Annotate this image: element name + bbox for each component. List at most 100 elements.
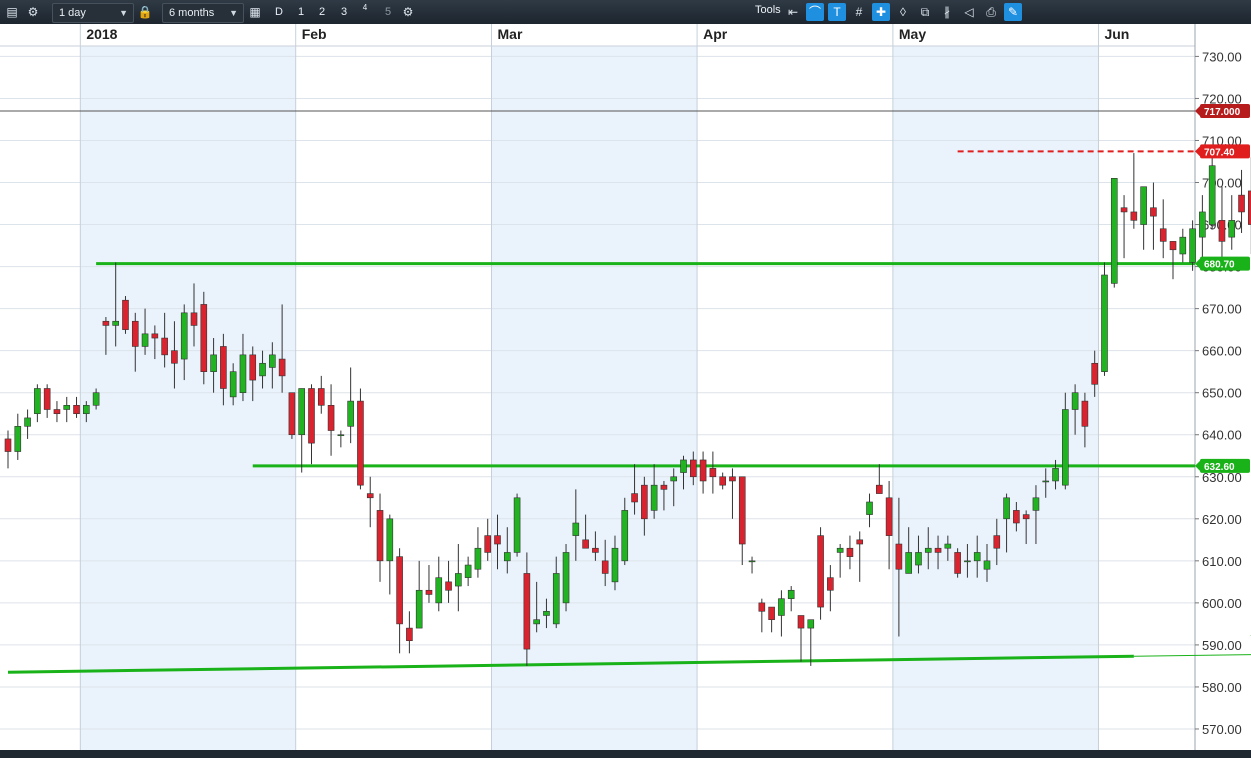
month-label-strip (0, 24, 1195, 46)
price-tick-label: 620.00 (1202, 512, 1242, 527)
grid-tool-icon[interactable]: # (850, 3, 868, 21)
price-tick-label: 660.00 (1202, 344, 1242, 359)
bottom-scrollbar[interactable] (0, 750, 1251, 758)
candle-down (308, 388, 315, 444)
candle-down (523, 573, 531, 650)
range-select[interactable]: 6 months ▼ (162, 3, 244, 23)
candle-up (778, 598, 785, 616)
month-label: Feb (302, 26, 327, 42)
candle-up (944, 543, 952, 549)
candle-up (572, 522, 580, 536)
candle-down (827, 577, 834, 591)
candle-down (1081, 400, 1089, 427)
print-icon[interactable]: ⎙ (982, 3, 1000, 21)
marker-icon[interactable]: ◊ (894, 3, 912, 21)
text-tool-icon[interactable]: T (828, 3, 846, 21)
candle-up (562, 552, 570, 604)
month-shade-band (80, 24, 296, 750)
candle-up (807, 619, 815, 629)
chart-settings-icon[interactable]: ⚙ (399, 3, 417, 21)
candle-down (592, 547, 599, 553)
candle-up (915, 552, 922, 566)
candle-up (1110, 178, 1118, 284)
chevron-down-icon: ▼ (229, 8, 238, 18)
pointer-icon[interactable]: ⇤ (784, 3, 802, 21)
candle-down (53, 409, 61, 415)
candle-down (102, 320, 110, 326)
lock-icon[interactable]: 🔒 (136, 3, 154, 21)
candle-down (601, 560, 609, 574)
candle-down (797, 615, 805, 629)
candle-down (171, 350, 178, 364)
candle-down (200, 304, 208, 372)
candle-up (1140, 186, 1147, 225)
candle-down (357, 400, 364, 486)
candle-up (83, 405, 90, 415)
candle-down (1150, 207, 1157, 217)
price-tick-label: 580.00 (1202, 680, 1242, 695)
month-label: May (899, 26, 926, 42)
candle-down (278, 358, 286, 377)
price-tick-label: 650.00 (1202, 386, 1242, 401)
candle-up (787, 589, 795, 599)
channel-tool-icon[interactable]: ⧉ (916, 3, 934, 21)
candle-down (445, 581, 452, 591)
candle-down (993, 535, 1001, 549)
candle-down (1120, 207, 1128, 213)
menu-icon[interactable]: ▤ (3, 3, 21, 21)
shape-tool-icon[interactable]: ◁ (960, 3, 978, 21)
settings-gear-icon[interactable]: ⚙ (24, 3, 42, 21)
view-2-button[interactable]: 2 (313, 3, 331, 21)
view-1-button[interactable]: 1 (292, 3, 310, 21)
candle-up (298, 388, 306, 436)
candle-down (366, 493, 374, 499)
candle-up (1101, 274, 1108, 372)
candle-up (552, 573, 560, 625)
month-label: Mar (498, 26, 523, 42)
candle-down (484, 535, 492, 553)
view-3-button[interactable]: 3 (335, 3, 353, 21)
candle-up (63, 405, 71, 410)
price-tick-label: 570.00 (1202, 722, 1242, 737)
settings-tool-icon[interactable]: ✎ (1004, 3, 1022, 21)
candle-down (660, 484, 668, 490)
current-price-tag-label: 717.000 (1204, 107, 1241, 118)
candle-down (1218, 220, 1226, 242)
view-4-button[interactable]: 4 (356, 3, 374, 21)
interval-value: 1 day (59, 7, 86, 19)
level-price-tag-label: 680.70 (1204, 260, 1235, 271)
candle-up (866, 501, 873, 515)
candle-down (934, 547, 942, 553)
candle-down (249, 354, 257, 381)
candle-down (631, 493, 638, 503)
candle-down (220, 346, 227, 389)
candle-up (905, 552, 912, 574)
candle-up (386, 518, 394, 562)
candle-down (327, 405, 335, 431)
candle-up (983, 560, 991, 570)
candle-up (533, 619, 540, 625)
view-5-button[interactable]: 5 (379, 3, 397, 21)
candle-down (885, 497, 893, 536)
candle-up (924, 547, 932, 553)
candle-up (337, 434, 345, 437)
calendar-icon[interactable]: ▦ (246, 3, 264, 21)
candle-down (1169, 241, 1177, 251)
candle-down (131, 320, 139, 347)
candle-up (1228, 220, 1236, 238)
fibonacci-icon[interactable]: ∦ (938, 3, 956, 21)
interval-select[interactable]: 1 day ▼ (52, 3, 134, 23)
line-tool-icon[interactable]: ⌒ (806, 3, 824, 21)
daily-button[interactable]: D (270, 3, 288, 21)
candlestick-chart[interactable]: 2018 Feb Mar Apr May Jun 570.00 580.00 590.00 600… (0, 24, 1251, 750)
candle-up (34, 388, 41, 415)
candle-down (856, 539, 864, 545)
candle-up (180, 312, 188, 360)
candle-down (406, 627, 413, 642)
crosshair-icon[interactable]: ✚ (872, 3, 890, 21)
candle-down (494, 535, 501, 545)
candle-up (973, 552, 981, 562)
candle-up (670, 476, 678, 482)
candle-up (269, 354, 276, 368)
chart-toolbar: ▤ ⚙ 1 day ▼ 🔒 6 months ▼ ▦ D 1 2 3 4 5 ⚙ T… (0, 0, 1251, 24)
